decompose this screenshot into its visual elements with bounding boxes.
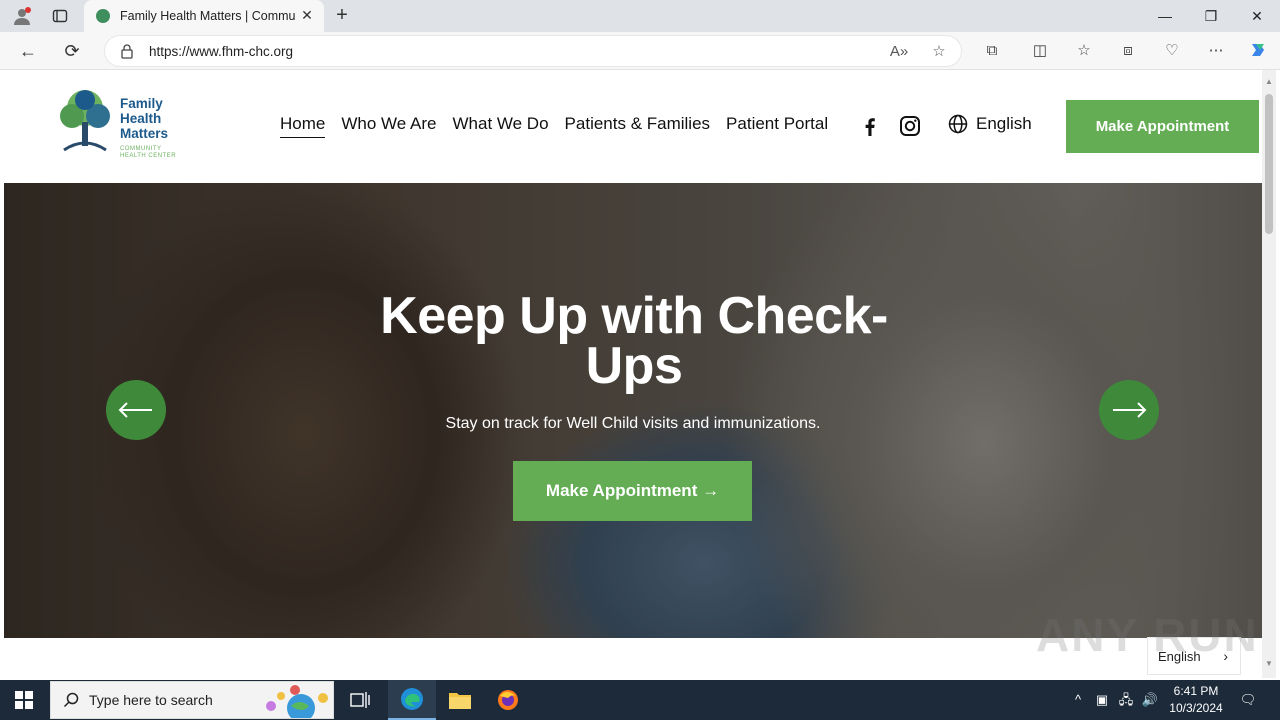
facebook-icon[interactable] xyxy=(858,114,882,138)
globe-icon xyxy=(948,114,968,134)
site-favicon-icon xyxy=(96,9,110,23)
extensions-icon[interactable]: ⧉ xyxy=(980,40,1004,64)
tab-title: Family Health Matters | Community xyxy=(120,9,296,23)
hero-slider: Keep Up with Check-Ups Stay on track for… xyxy=(4,183,1262,638)
copilot-icon[interactable] xyxy=(1246,40,1270,64)
restore-button[interactable]: ❐ xyxy=(1188,0,1234,32)
profile-icon[interactable] xyxy=(8,4,36,28)
nav-patient-portal[interactable]: Patient Portal xyxy=(726,114,828,138)
tree-logo-icon xyxy=(60,90,110,152)
volume-icon[interactable]: 🔊 xyxy=(1140,690,1160,710)
close-window-button[interactable]: ✕ xyxy=(1234,0,1280,32)
browser-toolbar: ← ⟳ https://www.fhm-chc.org A» ☆ ⧉ ◫ ☆ ⧈… xyxy=(0,32,1280,70)
refresh-button[interactable]: ⟳ xyxy=(58,37,86,65)
tray-device-icon[interactable]: ▣ xyxy=(1092,690,1112,710)
new-tab-button[interactable]: + xyxy=(330,4,354,28)
instagram-icon[interactable] xyxy=(898,114,922,138)
address-bar[interactable]: https://www.fhm-chc.org A» ☆ xyxy=(104,35,962,67)
scroll-down-icon[interactable]: ▼ xyxy=(1265,660,1273,668)
windows-logo-icon xyxy=(15,691,33,709)
search-placeholder: Type here to search xyxy=(89,692,213,708)
taskbar-clock[interactable]: 6:41 PM 10/3/2024 xyxy=(1166,683,1226,717)
main-nav: Home Who We Are What We Do Patients & Fa… xyxy=(280,114,828,138)
tab-actions-icon[interactable] xyxy=(46,4,74,28)
nav-what-we-do[interactable]: What We Do xyxy=(452,114,548,138)
scroll-up-icon[interactable]: ▲ xyxy=(1265,78,1273,86)
page-viewport: Family Health Matters COMMUNITY HEALTH CENT… xyxy=(4,70,1262,678)
more-menu-icon[interactable]: ⋯ xyxy=(1204,40,1228,64)
hero-image xyxy=(4,183,1262,638)
taskbar-firefox[interactable] xyxy=(484,680,532,720)
split-screen-icon[interactable]: ◫ xyxy=(1028,40,1052,64)
favorites-icon[interactable]: ☆ xyxy=(1072,40,1096,64)
language-label: English xyxy=(976,114,1032,133)
taskbar-edge[interactable] xyxy=(388,680,436,720)
make-appointment-button[interactable]: Make Appointment xyxy=(1066,100,1259,153)
nav-who-we-are[interactable]: Who We Are xyxy=(341,114,436,138)
scrollbar-thumb[interactable] xyxy=(1265,94,1273,234)
windows-taskbar: Type here to search ^ ▣ 🖧 🔊 6:41 PM 10/3… xyxy=(0,680,1280,720)
minimize-button[interactable]: — xyxy=(1142,0,1188,32)
hero-title: Keep Up with Check-Ups xyxy=(380,287,888,395)
favorite-star-icon[interactable]: ☆ xyxy=(929,42,949,62)
hero-make-appointment-button[interactable]: Make Appointment → xyxy=(513,461,752,521)
folder-icon xyxy=(449,693,471,709)
taskbar-search-box[interactable]: Type here to search xyxy=(50,681,334,719)
tab-close-icon[interactable]: ✕ xyxy=(300,8,314,22)
site-header: Family Health Matters COMMUNITY HEALTH CENT… xyxy=(4,70,1262,183)
page-scrollbar[interactable]: ▲ ▼ xyxy=(1262,70,1276,678)
edge-icon xyxy=(401,688,423,710)
logo-subtext: COMMUNITY HEALTH CENTER xyxy=(120,146,177,159)
firefox-icon xyxy=(498,690,518,710)
hero-subtitle: Stay on track for Well Child visits and … xyxy=(445,415,821,432)
arrow-left-icon xyxy=(118,402,152,418)
nav-patients-families[interactable]: Patients & Families xyxy=(565,114,711,138)
task-view-button[interactable] xyxy=(336,680,384,720)
slider-next-button[interactable] xyxy=(1099,380,1159,440)
read-aloud-icon[interactable]: A» xyxy=(889,42,909,62)
browser-titlebar: Family Health Matters | Community ✕ + — … xyxy=(0,0,1280,32)
clock-time: 6:41 PM xyxy=(1173,684,1219,698)
anyrun-watermark: ANY RUN xyxy=(1036,609,1259,661)
browser-essentials-icon[interactable]: ♡ xyxy=(1160,40,1184,64)
url-text[interactable]: https://www.fhm-chc.org xyxy=(149,44,293,59)
taskbar-file-explorer[interactable] xyxy=(436,680,484,720)
clock-date: 10/3/2024 xyxy=(1169,701,1223,715)
nav-home[interactable]: Home xyxy=(280,114,326,138)
language-selector[interactable]: English xyxy=(948,114,1032,134)
back-button[interactable]: ← xyxy=(14,37,42,65)
collections-icon[interactable]: ⧈ xyxy=(1116,40,1140,64)
start-button[interactable] xyxy=(0,680,48,720)
arrow-right-icon xyxy=(1113,402,1147,418)
logo-text: Family Health Matters xyxy=(120,96,169,141)
task-view-icon xyxy=(350,692,370,708)
browser-tab-active[interactable]: Family Health Matters | Community ✕ xyxy=(84,0,324,32)
lock-icon xyxy=(121,44,133,59)
site-logo[interactable]: Family Health Matters COMMUNITY HEALTH CENT… xyxy=(54,86,184,162)
notifications-icon[interactable]: 🗨 xyxy=(1238,690,1258,710)
search-icon xyxy=(63,692,79,708)
slider-prev-button[interactable] xyxy=(106,380,166,440)
search-highlight-globe-icon xyxy=(266,685,328,718)
network-icon[interactable]: 🖧 xyxy=(1116,690,1136,710)
tray-overflow-icon[interactable]: ^ xyxy=(1068,690,1088,710)
